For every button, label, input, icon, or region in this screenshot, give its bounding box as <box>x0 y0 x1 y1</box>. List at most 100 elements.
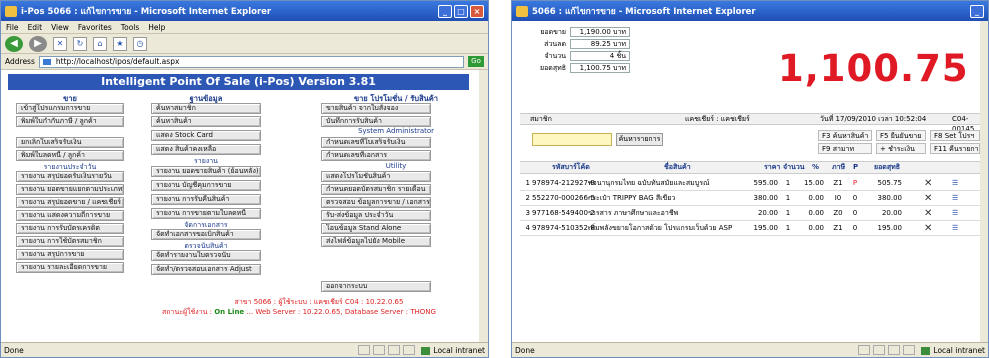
btn-send-mobile[interactable]: ส่งไฟล์ข้อมูลไปยัง Mobile <box>321 236 431 247</box>
refresh-icon[interactable]: ↻ <box>73 36 87 51</box>
address-input[interactable]: http://localhost/ipos/default.aspx <box>38 55 464 68</box>
cell-price: 595.00 <box>753 179 779 187</box>
btn-set-receipt-no[interactable]: กำหนดเลขที่ใบเสร็จรับเงิน <box>321 137 431 148</box>
btn-report-sales-frequency[interactable]: รายงาน แสดงความถี่การขาย <box>16 210 124 221</box>
btn-sell-from-order[interactable]: ขายสินค้า จากใบสั่งจอง <box>321 103 431 114</box>
cell-p: 0 <box>852 194 858 202</box>
cell-name: เพิ่มพลังขยายโอกาสด้วย โปรแกรมเว็บด้วย A… <box>588 224 733 232</box>
pos-title: Intelligent Point Of Sale (i-Pos) Versio… <box>8 74 469 90</box>
cell-vat: Z1 <box>833 224 843 232</box>
right-title-bar[interactable]: 5066 : แก้ไขการขาย - Microsoft Internet … <box>512 1 988 21</box>
btn-member-monthly[interactable]: กำหนดยอดบัตรสมาชิก รายเดือน <box>321 184 431 195</box>
status-cell <box>358 345 371 355</box>
info-discount: ส่วนลด 89.25 บาท <box>520 39 630 50</box>
btn-count-report[interactable]: จัดทำรายงานใบตรวจนับ <box>151 250 261 261</box>
detail-row-icon[interactable]: ☰ <box>952 178 962 189</box>
btn-report-sales-history[interactable]: รายงาน ยอดขายสินค้า (ย้อนหลัง) <box>151 166 261 177</box>
btn-print-credit-note[interactable]: พิมพ์ใบลดหนี้ / ลูกค้า <box>16 150 124 161</box>
home-icon[interactable]: ⌂ <box>93 36 107 51</box>
btn-search-product[interactable]: ค้นหาสินค้า <box>151 116 261 127</box>
row-divider <box>520 220 980 221</box>
delete-row-icon[interactable]: ✕ <box>924 223 934 234</box>
detail-row-icon[interactable]: ☰ <box>952 223 962 234</box>
minimize-icon[interactable]: _ <box>970 4 984 18</box>
right-window-title: 5066 : แก้ไขการขาย - Microsoft Internet … <box>532 7 756 17</box>
delete-row-icon[interactable]: ✕ <box>924 208 934 219</box>
detail-row-icon[interactable]: ☰ <box>952 193 962 204</box>
search-item-button[interactable]: ค้นหารายการ <box>616 133 663 146</box>
btn-adjust-doc[interactable]: จัดทำ/ตรวจสอบเอกสาร Adjust <box>151 264 261 275</box>
barcode-input[interactable] <box>532 133 612 146</box>
delete-row-icon[interactable]: ✕ <box>924 193 934 204</box>
th-pct: % <box>812 163 820 171</box>
delete-row-icon[interactable]: ✕ <box>924 178 934 189</box>
btn-report-daily-receipts[interactable]: รายงาน สรุปยอดรับเงินรายวัน <box>16 171 124 182</box>
menu-view[interactable]: View <box>51 23 69 32</box>
btn-report-sales-detail[interactable]: รายงาน รายละเอียดการขาย <box>16 262 124 273</box>
btn-requisition-doc[interactable]: จัดทำเอกสารขอเบิกสินค้า <box>151 229 261 240</box>
btn-stock-card[interactable]: แสดง Stock Card <box>151 130 261 141</box>
btn-enter-sales[interactable]: เข้าสู่โปรแกรมการขาย <box>16 103 124 114</box>
fkey-f9[interactable]: F9 สามาท <box>818 143 872 154</box>
server-details: ... Web Server : 10.22.0.65, Database Se… <box>244 308 436 316</box>
maximize-icon[interactable]: □ <box>454 4 468 18</box>
btn-report-sales-summary[interactable]: รายงาน สรุปการขาย <box>16 249 124 260</box>
btn-search-member[interactable]: ค้นหาสมาชิก <box>151 103 261 114</box>
menu-edit[interactable]: Edit <box>28 23 43 32</box>
cell-p: P <box>852 179 858 187</box>
btn-report-sales-by-type[interactable]: รายงาน ยอดขายแยกตามประเภทสินค้า <box>16 184 124 195</box>
cell-vat: Z0 <box>833 209 843 217</box>
btn-logout[interactable]: ออกจากระบบ <box>321 281 431 292</box>
fkey-f11[interactable]: F11 คืนรายการ <box>930 143 980 154</box>
stop-icon[interactable]: ✕ <box>53 36 67 51</box>
btn-report-sales-cashier[interactable]: รายงาน สรุปยอดขาย / แคชเชียร์ <box>16 197 124 208</box>
btn-daily-transfer[interactable]: รับ-ส่งข้อมูล ประจำวัน <box>321 210 431 221</box>
go-button[interactable]: Go <box>468 56 484 67</box>
cell-net: 505.75 <box>877 179 903 187</box>
menu-favorites[interactable]: Favorites <box>78 23 112 32</box>
btn-cancel-receipt[interactable]: ยกเลิกใบเสร็จรับเงิน <box>16 137 124 148</box>
th-price: ราคา <box>764 163 781 171</box>
btn-stock-balance[interactable]: แสดง สินค้าคงเหลือ <box>151 144 261 155</box>
fkey-f5[interactable]: F5 ยืนยันขาย <box>876 130 926 141</box>
fkey-f8[interactable]: F8 Set โปรฯ <box>930 130 980 141</box>
btn-set-doc-no[interactable]: กำหนดเลขที่เอกสาร <box>321 150 431 161</box>
btn-stand-alone[interactable]: โอนข้อมูล Stand Alone <box>321 223 431 234</box>
btn-report-returns[interactable]: รายงาน การรับคืนสินค้า <box>151 194 261 205</box>
back-icon[interactable]: ◀ <box>5 35 23 52</box>
left-toolbar: ◀ ▶ ✕ ↻ ⌂ ★ ◷ <box>1 34 488 54</box>
online-status: On Line <box>214 308 245 316</box>
forward-icon[interactable]: ▶ <box>29 35 47 52</box>
th-net: ยอดสุทธิ <box>874 163 901 171</box>
th-qty: จำนวน <box>783 163 805 171</box>
btn-report-credit-card[interactable]: รายงาน การรับบัตรเครดิต <box>16 223 124 234</box>
fkey-f3[interactable]: F3 ค้นหาสินค้า <box>818 130 872 141</box>
pos-main-menu: Intelligent Point Of Sale (i-Pos) Versio… <box>1 70 479 343</box>
minimize-icon[interactable]: _ <box>438 4 452 18</box>
cell-name: กระเป๋า TRIPPY BAG สีเขียว <box>588 194 676 202</box>
history-icon[interactable]: ◷ <box>133 36 147 51</box>
menu-file[interactable]: File <box>6 23 19 32</box>
detail-row-icon[interactable]: ☰ <box>952 208 962 219</box>
th-barcode: รหัสบาร์โค้ด <box>552 163 590 171</box>
status-cell <box>373 345 386 355</box>
menu-help[interactable]: Help <box>148 23 165 32</box>
fkey-pay[interactable]: + ชำระเงิน <box>876 143 926 154</box>
favorites-icon[interactable]: ★ <box>113 36 127 51</box>
btn-report-member-card[interactable]: รายงาน การใช้บัตรสมาชิก <box>16 236 124 247</box>
btn-receive-goods[interactable]: บันทึกการรับสินค้า <box>321 116 431 127</box>
cell-net: 380.00 <box>877 194 903 202</box>
btn-report-credit-note-sales[interactable]: รายงาน การขายตามใบลดหนี้ <box>151 208 261 219</box>
close-icon[interactable]: × <box>470 4 484 18</box>
btn-report-sales-control[interactable]: รายงาน บัญชีคุมการขาย <box>151 180 261 191</box>
btn-check-sales-data[interactable]: ตรวจสอบ ข้อมูลการขาย / เอกสาร <box>321 197 431 208</box>
total-display: 1,100.75 <box>778 47 969 90</box>
menu-tools[interactable]: Tools <box>121 23 139 32</box>
session-bar: สมาชิก แคชเชียร์ : แคชเชียร์ วันที่ 17/0… <box>520 113 980 133</box>
btn-show-promotions[interactable]: แสดงโปรโมชั่นสินค้า <box>321 171 431 182</box>
info-sales-value: 1,190.00 บาท <box>570 27 630 37</box>
left-title-bar[interactable]: i-Pos 5066 : แก้ไขการขาย - Microsoft Int… <box>1 1 488 21</box>
btn-print-tax-invoice[interactable]: พิมพ์ใบกำกับภาษี / ลูกค้า <box>16 116 124 127</box>
cell-pct: 0.00 <box>808 194 824 202</box>
cell-pct: 0.00 <box>808 209 824 217</box>
